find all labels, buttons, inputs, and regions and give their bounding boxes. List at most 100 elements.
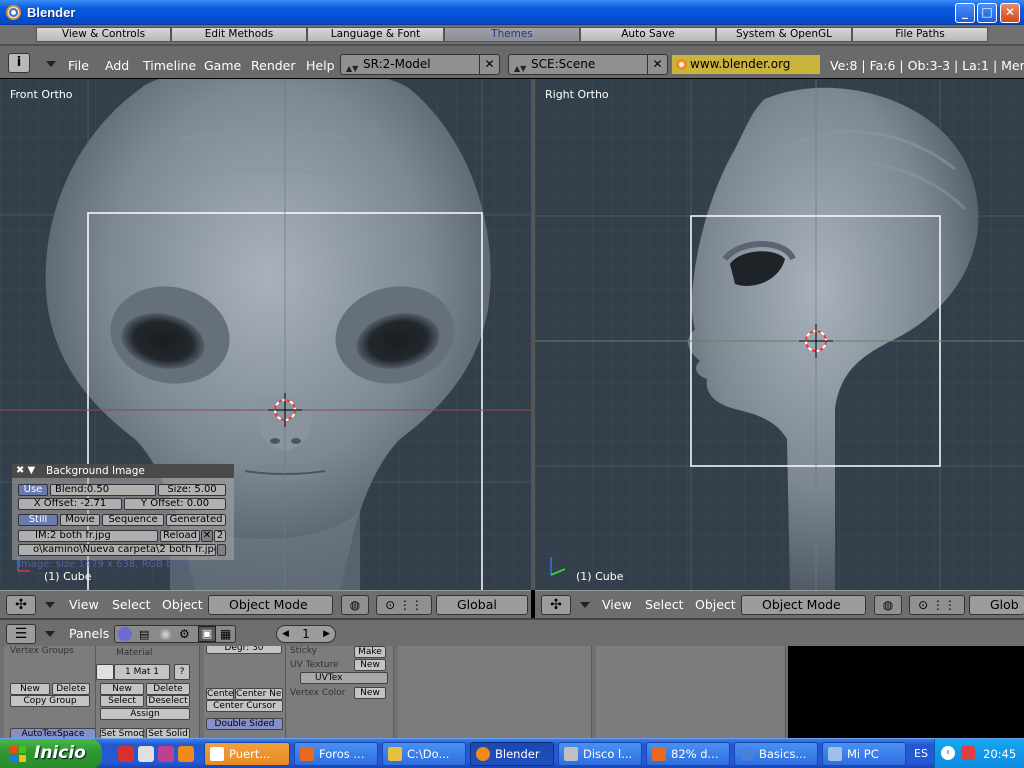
window-type-button[interactable]: ✣ — [6, 595, 36, 615]
mat-select-button[interactable]: Select — [100, 695, 144, 707]
tab-auto-save[interactable]: Auto Save — [580, 27, 716, 42]
y-offset-field[interactable]: Y Offset: 0.00 — [124, 498, 226, 510]
chevron-down-icon[interactable] — [46, 61, 56, 67]
menu-panels[interactable]: Panels — [69, 626, 109, 641]
material-query-button[interactable]: ? — [174, 664, 190, 680]
viewport-right[interactable]: Right Ortho (1) Cube — [535, 79, 1024, 590]
source-sequence-tab[interactable]: Sequence — [102, 514, 164, 526]
tab-system-opengl[interactable]: System & OpenGL — [716, 27, 852, 42]
task-download[interactable]: 82% d... — [646, 742, 730, 766]
unlink-image-button[interactable]: ✕ — [201, 530, 213, 542]
assign-button[interactable]: Assign — [100, 708, 190, 720]
center-button[interactable]: Center — [206, 688, 234, 700]
menu-view[interactable]: View — [602, 597, 632, 612]
tab-themes[interactable]: Themes — [444, 27, 580, 42]
shading-icon[interactable] — [159, 628, 172, 641]
menu-help[interactable]: Help — [306, 58, 335, 73]
use-toggle[interactable]: Use — [18, 484, 48, 496]
window-type-button[interactable]: ☰ — [6, 624, 36, 644]
vg-new-button[interactable]: New — [10, 683, 50, 695]
delete-screen-button[interactable]: ✕ — [479, 55, 499, 74]
menu-timeline[interactable]: Timeline — [143, 58, 196, 73]
source-movie-tab[interactable]: Movie — [60, 514, 100, 526]
mat-delete-button[interactable]: Delete — [146, 683, 190, 695]
menu-file[interactable]: File — [68, 58, 89, 73]
mode-selector[interactable]: Object Mode — [741, 595, 866, 615]
chevron-down-icon[interactable] — [580, 602, 590, 608]
quicklaunch-icon-4[interactable] — [178, 746, 194, 762]
chevron-down-icon[interactable] — [45, 631, 55, 637]
pivot-snap-buttons[interactable]: ⊙ ⋮⋮ — [909, 595, 965, 615]
window-type-button[interactable]: ✣ — [541, 595, 571, 615]
panel-header[interactable]: ✖ ▼ Background Image — [12, 464, 234, 478]
set-solid-button[interactable]: Set Solid — [146, 728, 190, 738]
tab-language-font[interactable]: Language & Font — [307, 27, 444, 42]
frame-field[interactable]: ◀ 1 ▶ — [276, 625, 336, 643]
image-name-field[interactable]: IM:2 both fr.jpg — [18, 530, 158, 542]
task-mi-pc[interactable]: Mi PC — [822, 742, 906, 766]
uvtex-field[interactable]: UVTex — [300, 672, 388, 684]
copy-group-button[interactable]: Copy Group — [10, 695, 90, 707]
blender-url-label[interactable]: www.blender.org 248.1 — [672, 55, 820, 90]
mode-selector[interactable]: Object Mode — [208, 595, 333, 615]
script-icon[interactable]: ▤ — [139, 628, 149, 641]
menu-view[interactable]: View — [69, 597, 99, 612]
x-offset-field[interactable]: X Offset: -2.71 — [18, 498, 122, 510]
draw-type-button[interactable]: ◍ — [874, 595, 902, 615]
context-buttons[interactable]: ▤ ⚙ ▣ ▦ — [114, 625, 236, 643]
menu-object[interactable]: Object — [695, 597, 736, 612]
orientation-selector[interactable]: Glob — [969, 595, 1024, 615]
task-c-do[interactable]: C:\Do... — [382, 742, 466, 766]
tab-edit-methods[interactable]: Edit Methods — [171, 27, 307, 42]
delete-scene-button[interactable]: ✕ — [647, 55, 667, 74]
vertex-color-new-button[interactable]: New — [354, 687, 386, 699]
degr-field[interactable]: Degr: 30 — [206, 646, 282, 654]
uv-new-button[interactable]: New — [354, 659, 386, 671]
center-cursor-button[interactable]: Center Cursor — [206, 700, 283, 712]
language-indicator[interactable]: ES — [914, 747, 928, 760]
window-type-button[interactable]: i — [8, 53, 30, 73]
quicklaunch-icon-3[interactable] — [158, 746, 174, 762]
mat-deselect-button[interactable]: Deselect — [146, 695, 190, 707]
menu-object[interactable]: Object — [162, 597, 203, 612]
maximize-button[interactable]: □ — [977, 3, 997, 23]
chevron-left-icon[interactable]: ‹ — [941, 746, 955, 760]
draw-type-button[interactable]: ◍ — [341, 595, 369, 615]
quicklaunch-icon-1[interactable] — [118, 746, 134, 762]
image-path-field[interactable]: o\kamino\Nueva carpeta\2 both fr.jpg — [18, 544, 216, 556]
arrow-right-icon[interactable]: ▶ — [323, 626, 330, 642]
mat-new-button[interactable]: New — [100, 683, 144, 695]
task-basics[interactable]: Basics... — [734, 742, 818, 766]
scene-selector[interactable]: ▲▼ SCE:Scene ✕ — [508, 54, 668, 75]
screen-selector[interactable]: ▲▼ SR:2-Model ✕ — [340, 54, 500, 75]
tab-view-controls[interactable]: View & Controls — [36, 27, 171, 42]
source-generated-tab[interactable]: Generated — [166, 514, 226, 526]
arrow-left-icon[interactable]: ◀ — [282, 626, 289, 642]
scene-icon[interactable]: ▦ — [220, 627, 231, 641]
set-smooth-button[interactable]: Set Smooth — [100, 728, 144, 738]
mail-icon[interactable] — [961, 746, 975, 760]
blend-slider[interactable]: Blend:0.50 — [50, 484, 156, 496]
reload-button[interactable]: Reload — [160, 530, 200, 542]
menu-select[interactable]: Select — [112, 597, 151, 612]
orientation-selector[interactable]: Global — [436, 595, 528, 615]
file-browse-icon[interactable] — [217, 544, 226, 556]
logic-icon[interactable] — [118, 627, 132, 641]
size-field[interactable]: Size: 5.00 — [158, 484, 226, 496]
menu-add[interactable]: Add — [105, 58, 129, 73]
tab-file-paths[interactable]: File Paths — [852, 27, 988, 42]
minimize-button[interactable]: _ — [955, 3, 975, 23]
editing-icon[interactable]: ▣ — [198, 626, 216, 642]
start-button[interactable]: Inicio — [0, 739, 102, 768]
menu-game[interactable]: Game — [204, 58, 241, 73]
pivot-snap-buttons[interactable]: ⊙ ⋮⋮ — [376, 595, 432, 615]
material-slot-selector[interactable]: 1 Mat 1 — [114, 664, 170, 680]
close-button[interactable]: ✕ — [1000, 3, 1020, 23]
quicklaunch-icon-2[interactable] — [138, 746, 154, 762]
menu-render[interactable]: Render — [251, 58, 296, 73]
double-sided-toggle[interactable]: Double Sided — [206, 718, 283, 730]
object-icon[interactable]: ⚙ — [179, 627, 190, 641]
close-collapse-icon[interactable]: ✖ ▼ — [16, 464, 35, 478]
chevron-down-icon[interactable] — [45, 602, 55, 608]
task-puert[interactable]: Puert... — [204, 742, 290, 766]
